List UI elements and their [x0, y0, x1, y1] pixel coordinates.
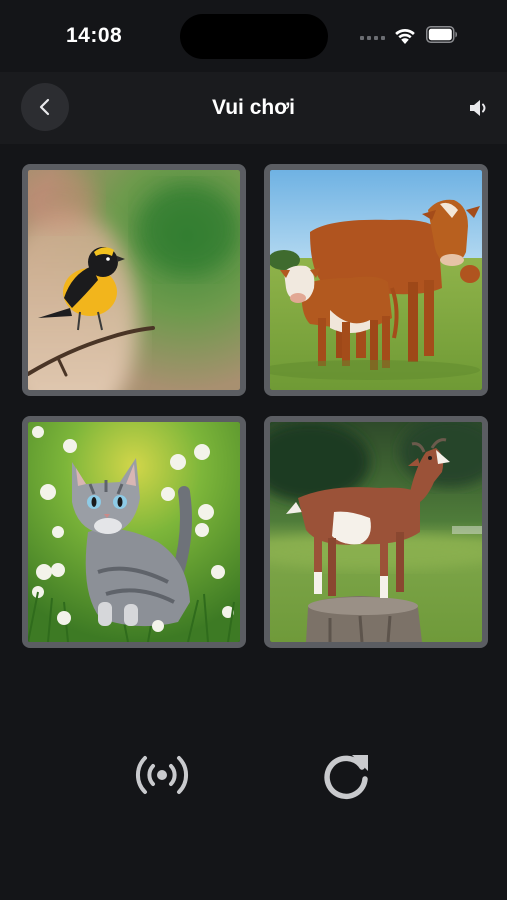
status-time: 14:08: [66, 24, 123, 47]
battery-icon: [426, 26, 457, 43]
status-bar: 14:08: [0, 0, 507, 72]
animal-card-cat[interactable]: [22, 416, 246, 648]
cat-image: [28, 422, 240, 642]
goat-image: [270, 422, 482, 642]
wifi-icon: [395, 28, 415, 44]
screen: 14:08 Vui chơi: [0, 0, 507, 900]
broadcast-icon[interactable]: [132, 745, 192, 805]
speaker-icon[interactable]: [468, 98, 490, 118]
cow-image: [270, 170, 482, 390]
signal-icon: [360, 36, 385, 40]
animal-card-cow[interactable]: [264, 164, 488, 396]
animal-card-bird[interactable]: [22, 164, 246, 396]
dynamic-island: [180, 14, 328, 59]
refresh-icon[interactable]: [316, 745, 376, 805]
bird-image: [28, 170, 240, 390]
header-bar: Vui chơi: [0, 72, 507, 144]
page-title: Vui chơi: [212, 96, 295, 119]
animal-card-goat[interactable]: [264, 416, 488, 648]
